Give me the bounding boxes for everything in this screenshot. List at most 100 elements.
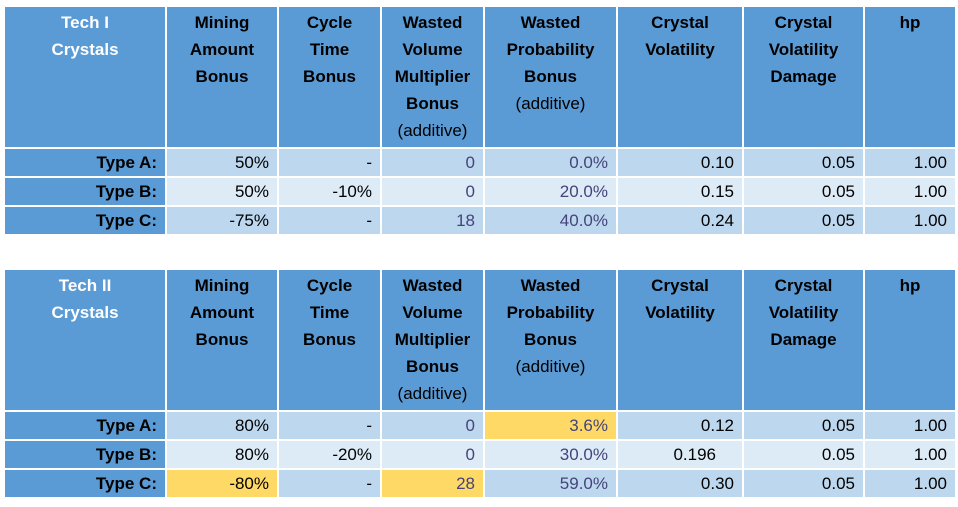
column-header: hp [863,268,957,412]
table-cell[interactable]: - [277,205,382,236]
header-line: Wasted [402,13,463,32]
header-line: Multiplier [394,67,471,86]
column-header: Crystal Volatility Damage [742,5,865,149]
column-header: Wasted Volume Multiplier Bonus (additive) [380,5,485,149]
header-line: Bonus [524,330,577,349]
table-cell[interactable]: 80% [165,410,279,441]
column-header: Cycle Time Bonus [277,268,382,412]
header-line: Mining [194,276,250,295]
header-line: Bonus [303,330,356,349]
table-cell[interactable]: 1.00 [863,410,957,441]
header-line: Damage [770,330,837,349]
table-cell[interactable]: 0.05 [742,439,865,470]
header-line: Volatility [645,40,715,59]
table-cell[interactable]: 50% [165,147,279,178]
table-cell[interactable]: 50% [165,176,279,207]
table-cell[interactable]: 0.05 [742,410,865,441]
column-header: Crystal Volatility [616,5,744,149]
table-cell[interactable]: 20.0% [483,176,618,207]
table-cell[interactable]: 3.6% [483,410,618,441]
column-header: Wasted Probability Bonus (additive) [483,5,618,149]
table-cell[interactable]: 1.00 [863,147,957,178]
header-line: Mining [194,13,250,32]
table-cell[interactable]: 0.05 [742,205,865,236]
row-label: Type B: [3,176,167,207]
header-line: Bonus [303,67,356,86]
table-cell[interactable]: 28 [380,468,485,499]
header-line: Crystal [774,13,833,32]
table-cell[interactable]: -80% [165,468,279,499]
table-cell[interactable]: 1.00 [863,468,957,499]
table-cell[interactable]: 0.05 [742,468,865,499]
column-header: Wasted Probability Bonus (additive) [483,268,618,412]
header-line: Bonus [195,330,249,349]
header-line: Volatility [645,303,715,322]
header-line: Bonus [524,67,577,86]
table-cell[interactable]: - [277,410,382,441]
table-cell[interactable]: -10% [277,176,382,207]
table-cell[interactable]: 1.00 [863,205,957,236]
header-subtext: (additive) [397,384,468,403]
header-line: Multiplier [394,330,471,349]
table-cell[interactable]: 1.00 [863,439,957,470]
header-line: Bonus [406,94,459,113]
column-header: Crystal Volatility Damage [742,268,865,412]
header-line: Crystal [774,276,833,295]
table-cell[interactable]: 0.196 [616,439,744,470]
header-line: Volatility [768,303,839,322]
title-line: Tech II [58,276,112,295]
table-cell[interactable]: -20% [277,439,382,470]
header-line: Amount [189,40,255,59]
row-label: Type C: [3,468,167,499]
header-line: Volume [402,40,463,59]
table-cell[interactable]: 0.05 [742,147,865,178]
header-line: Volume [402,303,463,322]
header-subtext: (additive) [515,357,586,376]
table-cell[interactable]: 1.00 [863,176,957,207]
column-header: hp [863,5,957,149]
table-cell[interactable]: 0 [380,147,485,178]
table-row: Type B: 50% -10% 0 20.0% 0.15 0.05 1.00 [3,176,957,207]
header-line: Bonus [406,357,459,376]
header-line: Crystal [651,276,709,295]
header-line: Cycle [306,276,353,295]
header-subtext: (additive) [515,94,586,113]
table-cell[interactable]: 80% [165,439,279,470]
table-cell[interactable]: 0 [380,439,485,470]
header-row: Tech I Crystals Mining Amount Bonus Cycle Time… [3,5,957,149]
header-line: Damage [770,67,837,86]
table-cell[interactable]: 0.05 [742,176,865,207]
header-line: Wasted [402,276,463,295]
table-cell[interactable]: 40.0% [483,205,618,236]
table-cell[interactable]: - [277,468,382,499]
table-cell[interactable]: 18 [380,205,485,236]
table-cell[interactable]: - [277,147,382,178]
header-line: Time [309,40,350,59]
table-cell[interactable]: 0.12 [616,410,744,441]
table-cell[interactable]: -75% [165,205,279,236]
table-cell[interactable]: 0 [380,176,485,207]
table-cell[interactable]: 30.0% [483,439,618,470]
column-header: Wasted Volume Multiplier Bonus (additive) [380,268,485,412]
table-cell[interactable]: 0.30 [616,468,744,499]
header-row: Tech II Crystals Mining Amount Bonus Cycle Tim… [3,268,957,412]
header-line: Cycle [306,13,353,32]
table-cell[interactable]: 0.10 [616,147,744,178]
header-line: Bonus [195,67,249,86]
title-line: Tech I [61,13,109,32]
row-label: Type A: [3,410,167,441]
header-line: hp [899,276,921,295]
table-cell[interactable]: 0.15 [616,176,744,207]
table-cell[interactable]: 0 [380,410,485,441]
table-row: Type A: 80% -0 3.6% 0.12 0.05 1.00 [3,410,957,441]
table-cell[interactable]: 0.24 [616,205,744,236]
crystal-table-2: Tech II Crystals Mining Amount Bonus Cycle Tim… [3,268,957,499]
table-row: Type B: 80% -20% 0 30.0% 0.196 0.05 1.00 [3,439,957,470]
header-line: hp [899,13,921,32]
row-label: Type C: [3,205,167,236]
table-cell[interactable]: 0.0% [483,147,618,178]
header-line: Probability [506,303,595,322]
table-cell[interactable]: 59.0% [483,468,618,499]
table-title: Tech I Crystals [3,5,167,149]
table-row: Type C: -80% -28 59.0% 0.30 0.05 1.00 [3,468,957,499]
